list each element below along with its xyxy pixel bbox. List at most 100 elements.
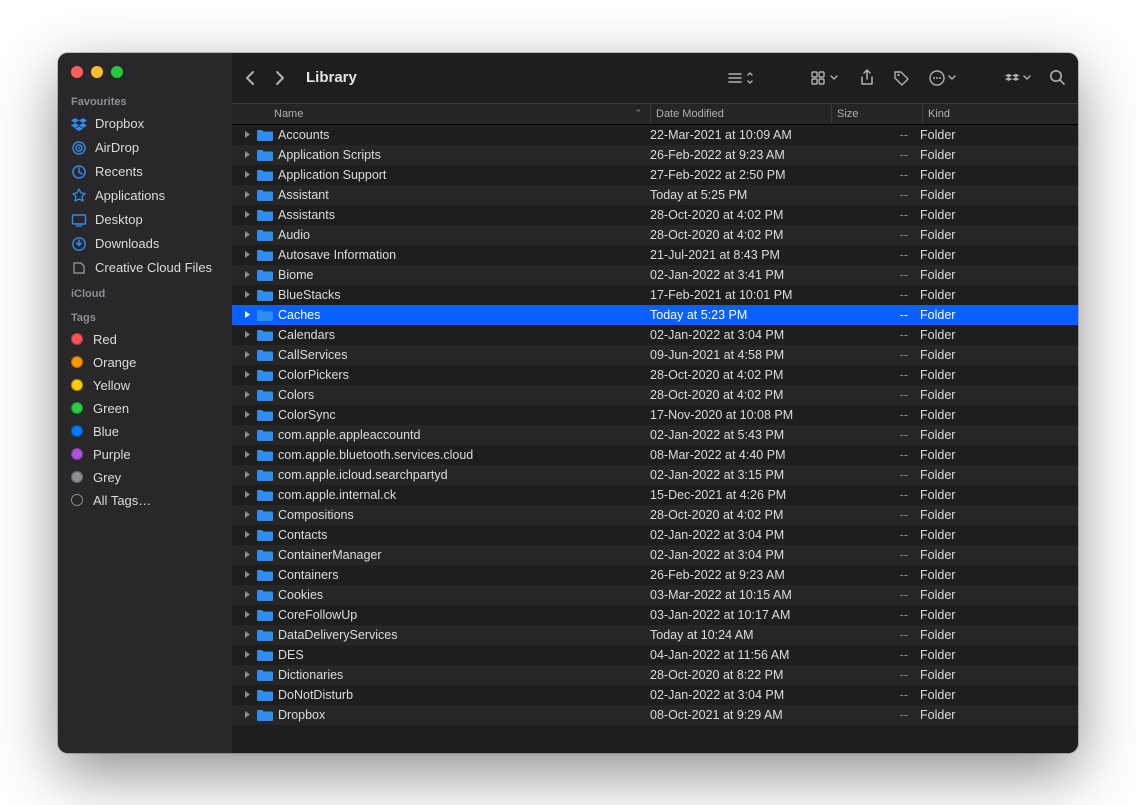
disclosure-triangle-icon[interactable] xyxy=(242,348,252,362)
disclosure-triangle-icon[interactable] xyxy=(242,368,252,382)
disclosure-triangle-icon[interactable] xyxy=(242,688,252,702)
file-row[interactable]: com.apple.internal.ck15-Dec-2021 at 4:26… xyxy=(232,485,1078,505)
disclosure-triangle-icon[interactable] xyxy=(242,168,252,182)
column-header-name[interactable]: Name ⌃ xyxy=(232,108,650,120)
tags-button[interactable] xyxy=(893,69,911,87)
disclosure-triangle-icon[interactable] xyxy=(242,608,252,622)
disclosure-triangle-icon[interactable] xyxy=(242,508,252,522)
disclosure-triangle-icon[interactable] xyxy=(242,628,252,642)
file-date: 26-Feb-2022 at 9:23 AM xyxy=(650,148,830,162)
file-row[interactable]: DataDeliveryServicesToday at 10:24 AM--F… xyxy=(232,625,1078,645)
disclosure-triangle-icon[interactable] xyxy=(242,568,252,582)
file-row[interactable]: DoNotDisturb02-Jan-2022 at 3:04 PM--Fold… xyxy=(232,685,1078,705)
disclosure-triangle-icon[interactable] xyxy=(242,488,252,502)
minimize-window-button[interactable] xyxy=(91,66,103,78)
file-row[interactable]: Accounts22-Mar-2021 at 10:09 AM--Folder xyxy=(232,125,1078,145)
group-by-button[interactable] xyxy=(811,70,841,86)
file-row[interactable]: Biome02-Jan-2022 at 3:41 PM--Folder xyxy=(232,265,1078,285)
file-date: 17-Nov-2020 at 10:08 PM xyxy=(650,408,830,422)
sidebar-item-downloads[interactable]: Downloads xyxy=(58,232,232,256)
disclosure-triangle-icon[interactable] xyxy=(242,408,252,422)
file-row[interactable]: Application Scripts26-Feb-2022 at 9:23 A… xyxy=(232,145,1078,165)
disclosure-triangle-icon[interactable] xyxy=(242,448,252,462)
sidebar-item-dropbox[interactable]: Dropbox xyxy=(58,112,232,136)
dropbox-toolbar-button[interactable] xyxy=(1005,70,1031,86)
tag-item-orange[interactable]: Orange xyxy=(58,351,232,374)
column-header-kind[interactable]: Kind xyxy=(923,108,1078,120)
file-row[interactable]: Compositions28-Oct-2020 at 4:02 PM--Fold… xyxy=(232,505,1078,525)
file-row[interactable]: ContainerManager02-Jan-2022 at 3:04 PM--… xyxy=(232,545,1078,565)
file-row[interactable]: CoreFollowUp03-Jan-2022 at 10:17 AM--Fol… xyxy=(232,605,1078,625)
sidebar-item-creative-cloud-files[interactable]: Creative Cloud Files xyxy=(58,256,232,280)
disclosure-triangle-icon[interactable] xyxy=(242,708,252,722)
sidebar-item-airdrop[interactable]: AirDrop xyxy=(58,136,232,160)
column-header-size[interactable]: Size xyxy=(832,108,922,120)
file-row[interactable]: Containers26-Feb-2022 at 9:23 AM--Folder xyxy=(232,565,1078,585)
disclosure-triangle-icon[interactable] xyxy=(242,188,252,202)
tag-item-green[interactable]: Green xyxy=(58,397,232,420)
sidebar-item-applications[interactable]: Applications xyxy=(58,184,232,208)
action-menu-button[interactable] xyxy=(929,69,957,87)
file-row[interactable]: ColorPickers28-Oct-2020 at 4:02 PM--Fold… xyxy=(232,365,1078,385)
file-row[interactable]: CachesToday at 5:23 PM--Folder xyxy=(232,305,1078,325)
file-row[interactable]: Colors28-Oct-2020 at 4:02 PM--Folder xyxy=(232,385,1078,405)
disclosure-triangle-icon[interactable] xyxy=(242,468,252,482)
file-row[interactable]: Dropbox08-Oct-2021 at 9:29 AM--Folder xyxy=(232,705,1078,725)
file-size: -- xyxy=(830,688,920,702)
file-row[interactable]: com.apple.bluetooth.services.cloud08-Mar… xyxy=(232,445,1078,465)
disclosure-triangle-icon[interactable] xyxy=(242,228,252,242)
file-row[interactable]: com.apple.icloud.searchpartyd02-Jan-2022… xyxy=(232,465,1078,485)
tag-item-yellow[interactable]: Yellow xyxy=(58,374,232,397)
sidebar-item-desktop[interactable]: Desktop xyxy=(58,208,232,232)
disclosure-triangle-icon[interactable] xyxy=(242,248,252,262)
disclosure-triangle-icon[interactable] xyxy=(242,388,252,402)
disclosure-triangle-icon[interactable] xyxy=(242,148,252,162)
file-row[interactable]: Cookies03-Mar-2022 at 10:15 AM--Folder xyxy=(232,585,1078,605)
file-list[interactable]: Accounts22-Mar-2021 at 10:09 AM--FolderA… xyxy=(232,125,1078,753)
file-size: -- xyxy=(830,368,920,382)
disclosure-triangle-icon[interactable] xyxy=(242,308,252,322)
disclosure-triangle-icon[interactable] xyxy=(242,288,252,302)
file-row[interactable]: Contacts02-Jan-2022 at 3:04 PM--Folder xyxy=(232,525,1078,545)
file-row[interactable]: com.apple.appleaccountd02-Jan-2022 at 5:… xyxy=(232,425,1078,445)
forward-button[interactable] xyxy=(274,70,286,86)
tag-item-all-tags[interactable]: All Tags… xyxy=(58,489,232,512)
tag-item-red[interactable]: Red xyxy=(58,328,232,351)
tag-item-grey[interactable]: Grey xyxy=(58,466,232,489)
tag-item-blue[interactable]: Blue xyxy=(58,420,232,443)
sidebar-item-label: Desktop xyxy=(95,212,143,227)
file-row[interactable]: Assistants28-Oct-2020 at 4:02 PM--Folder xyxy=(232,205,1078,225)
share-button[interactable] xyxy=(859,69,875,87)
disclosure-triangle-icon[interactable] xyxy=(242,428,252,442)
tag-label: Purple xyxy=(93,447,131,462)
file-row[interactable]: Application Support27-Feb-2022 at 2:50 P… xyxy=(232,165,1078,185)
column-header-date[interactable]: Date Modified xyxy=(651,108,831,120)
search-button[interactable] xyxy=(1049,69,1066,86)
file-row[interactable]: Audio28-Oct-2020 at 4:02 PM--Folder xyxy=(232,225,1078,245)
tag-item-purple[interactable]: Purple xyxy=(58,443,232,466)
file-row[interactable]: DES04-Jan-2022 at 11:56 AM--Folder xyxy=(232,645,1078,665)
file-row[interactable]: ColorSync17-Nov-2020 at 10:08 PM--Folder xyxy=(232,405,1078,425)
file-row[interactable]: Autosave Information21-Jul-2021 at 8:43 … xyxy=(232,245,1078,265)
disclosure-triangle-icon[interactable] xyxy=(242,648,252,662)
disclosure-triangle-icon[interactable] xyxy=(242,268,252,282)
sidebar: Favourites DropboxAirDropRecentsApplicat… xyxy=(58,53,232,753)
disclosure-triangle-icon[interactable] xyxy=(242,548,252,562)
file-row[interactable]: Dictionaries28-Oct-2020 at 8:22 PM--Fold… xyxy=(232,665,1078,685)
close-window-button[interactable] xyxy=(71,66,83,78)
file-row[interactable]: AssistantToday at 5:25 PM--Folder xyxy=(232,185,1078,205)
disclosure-triangle-icon[interactable] xyxy=(242,528,252,542)
disclosure-triangle-icon[interactable] xyxy=(242,208,252,222)
view-list-button[interactable] xyxy=(727,70,753,86)
zoom-window-button[interactable] xyxy=(111,66,123,78)
disclosure-triangle-icon[interactable] xyxy=(242,128,252,142)
disclosure-triangle-icon[interactable] xyxy=(242,328,252,342)
sidebar-item-recents[interactable]: Recents xyxy=(58,160,232,184)
file-row[interactable]: CallServices09-Jun-2021 at 4:58 PM--Fold… xyxy=(232,345,1078,365)
back-button[interactable] xyxy=(244,70,256,86)
disclosure-triangle-icon[interactable] xyxy=(242,588,252,602)
folder-icon xyxy=(257,388,273,402)
file-row[interactable]: Calendars02-Jan-2022 at 3:04 PM--Folder xyxy=(232,325,1078,345)
disclosure-triangle-icon[interactable] xyxy=(242,668,252,682)
file-row[interactable]: BlueStacks17-Feb-2021 at 10:01 PM--Folde… xyxy=(232,285,1078,305)
